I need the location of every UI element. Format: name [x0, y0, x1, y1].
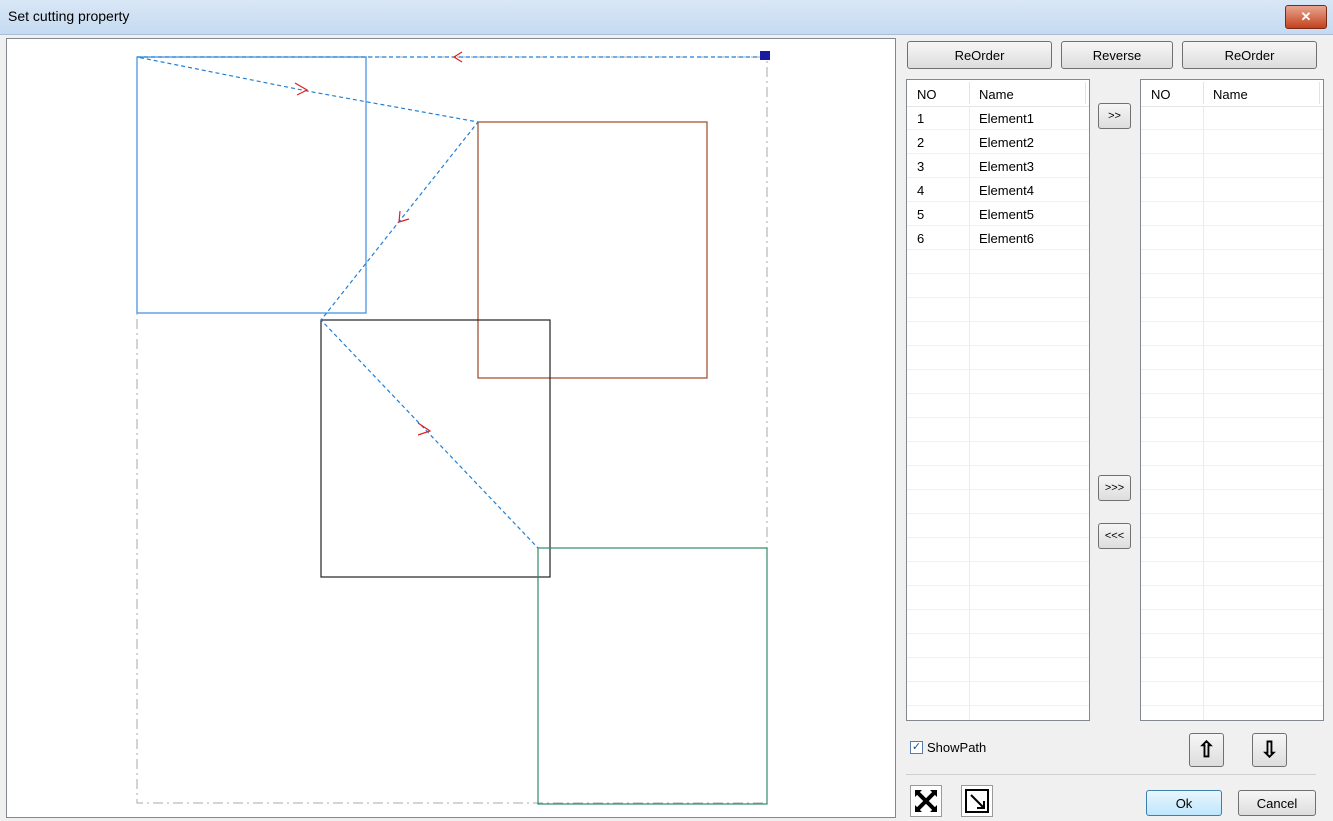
- empty-row: [1141, 202, 1323, 226]
- element-list-right[interactable]: NO Name: [1140, 79, 1324, 721]
- path-arrow: [294, 82, 309, 96]
- reorder-right-button[interactable]: ReOrder: [1182, 41, 1317, 69]
- cutting-preview-canvas[interactable]: [6, 38, 896, 818]
- table-row[interactable]: 3 Element3: [907, 154, 1089, 178]
- cutting-path: [136, 56, 764, 549]
- row-no: 2: [917, 135, 925, 150]
- column-header-no[interactable]: NO: [1151, 87, 1171, 102]
- move-selected-right-button[interactable]: >>: [1098, 103, 1131, 129]
- empty-row: [1141, 658, 1323, 682]
- empty-row: [907, 562, 1089, 586]
- empty-row: [1141, 154, 1323, 178]
- empty-row: [1141, 586, 1323, 610]
- cutting-path-drawing: [136, 51, 770, 805]
- sheet-boundary: [136, 56, 768, 804]
- empty-row: [1141, 442, 1323, 466]
- move-up-icon[interactable]: ⇧: [1189, 733, 1224, 767]
- empty-row: [1141, 682, 1323, 706]
- empty-row: [907, 442, 1089, 466]
- empty-row: [1141, 322, 1323, 346]
- move-all-right-button[interactable]: >>>: [1098, 475, 1131, 501]
- empty-row: [907, 418, 1089, 442]
- table-row[interactable]: 5 Element5: [907, 202, 1089, 226]
- start-marker: [760, 51, 770, 60]
- move-all-left-button[interactable]: <<<: [1098, 523, 1131, 549]
- empty-row: [907, 514, 1089, 538]
- element-shape-brown: [477, 121, 708, 379]
- close-icon[interactable]: ✕: [1285, 5, 1327, 29]
- row-no: 1: [917, 111, 925, 126]
- empty-row: [1141, 562, 1323, 586]
- table-row[interactable]: 1 Element1: [907, 106, 1089, 130]
- reverse-button[interactable]: Reverse: [1061, 41, 1173, 69]
- row-name: Element5: [979, 207, 1034, 222]
- empty-row: [1141, 514, 1323, 538]
- empty-row: [1141, 274, 1323, 298]
- empty-row: [907, 610, 1089, 634]
- empty-row: [1141, 370, 1323, 394]
- row-no: 4: [917, 183, 925, 198]
- empty-row: [1141, 226, 1323, 250]
- empty-row: [1141, 418, 1323, 442]
- empty-row: [1141, 610, 1323, 634]
- empty-row: [1141, 394, 1323, 418]
- table-row[interactable]: 6 Element6: [907, 226, 1089, 250]
- column-header-name[interactable]: Name: [979, 87, 1014, 102]
- fit-view-icon[interactable]: [910, 785, 942, 817]
- empty-row: [1141, 178, 1323, 202]
- empty-row: [907, 322, 1089, 346]
- empty-row: [1141, 130, 1323, 154]
- checkbox-checked-icon[interactable]: ✓: [910, 741, 923, 754]
- list-header: NO Name: [1141, 80, 1323, 107]
- table-row[interactable]: 2 Element2: [907, 130, 1089, 154]
- row-name: Element3: [979, 159, 1034, 174]
- empty-row: [1141, 538, 1323, 562]
- row-name: Element4: [979, 183, 1034, 198]
- show-path-label[interactable]: ShowPath: [927, 740, 986, 755]
- empty-row: [1141, 106, 1323, 130]
- move-down-icon[interactable]: ⇩: [1252, 733, 1287, 767]
- select-region-icon[interactable]: [961, 785, 993, 817]
- empty-row: [1141, 634, 1323, 658]
- cancel-button[interactable]: Cancel: [1238, 790, 1316, 816]
- element-shape-green: [537, 547, 768, 805]
- column-header-name[interactable]: Name: [1213, 87, 1248, 102]
- row-no: 3: [917, 159, 925, 174]
- title-bar: Set cutting property ✕: [0, 0, 1333, 35]
- empty-row: [907, 538, 1089, 562]
- empty-row: [1141, 346, 1323, 370]
- row-name: Element2: [979, 135, 1034, 150]
- reorder-left-button[interactable]: ReOrder: [907, 41, 1052, 69]
- empty-row: [907, 490, 1089, 514]
- list-header: NO Name: [907, 80, 1089, 107]
- empty-row: [907, 346, 1089, 370]
- empty-row: [907, 274, 1089, 298]
- empty-row: [1141, 250, 1323, 274]
- empty-row: [907, 586, 1089, 610]
- row-name: Element1: [979, 111, 1034, 126]
- element-list-left[interactable]: NO Name 1 Element1 2 Element2 3 Element3 4 Elem…: [906, 79, 1090, 721]
- element-shape-black: [320, 319, 551, 578]
- window-title: Set cutting property: [8, 8, 130, 24]
- empty-row: [907, 370, 1089, 394]
- row-name: Element6: [979, 231, 1034, 246]
- column-header-no[interactable]: NO: [917, 87, 937, 102]
- empty-row: [1141, 466, 1323, 490]
- empty-row: [907, 634, 1089, 658]
- row-no: 6: [917, 231, 925, 246]
- empty-row: [907, 250, 1089, 274]
- empty-row: [1141, 490, 1323, 514]
- empty-row: [1141, 298, 1323, 322]
- empty-row: [907, 298, 1089, 322]
- empty-row: [907, 658, 1089, 682]
- row-no: 5: [917, 207, 925, 222]
- empty-row: [907, 466, 1089, 490]
- divider: [906, 774, 1316, 775]
- empty-row: [907, 682, 1089, 706]
- ok-button[interactable]: Ok: [1146, 790, 1222, 816]
- empty-row: [907, 394, 1089, 418]
- table-row[interactable]: 4 Element4: [907, 178, 1089, 202]
- element-shape-blue: [136, 56, 367, 314]
